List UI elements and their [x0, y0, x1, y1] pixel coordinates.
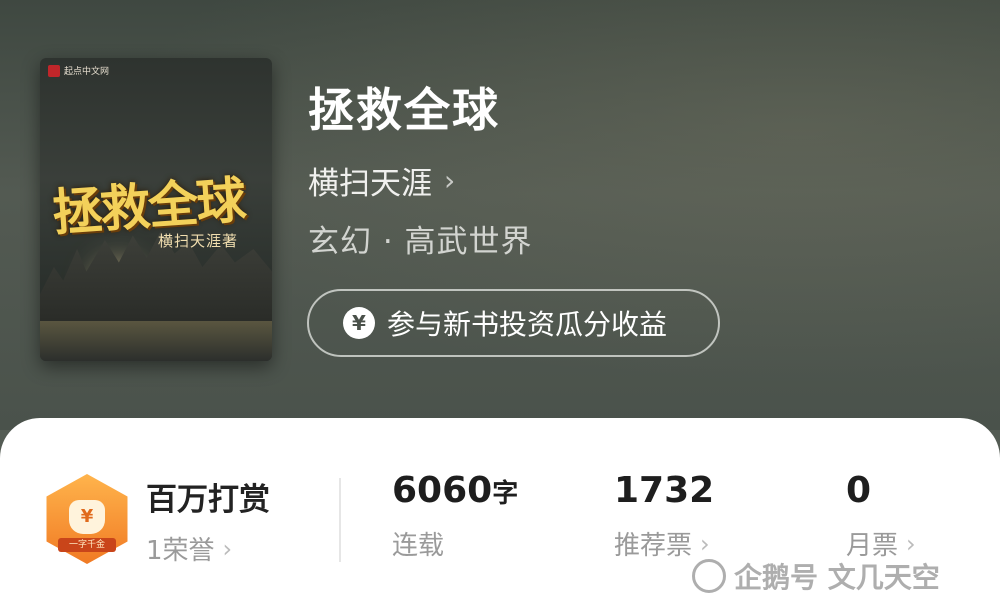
yen-icon: ¥	[343, 307, 375, 339]
book-cover[interactable]: 起点中文网 拯救全球 横扫天涯著	[40, 58, 272, 361]
badge-ribbon: 一字千金	[58, 538, 116, 552]
tip-title[interactable]: 百万打赏	[146, 474, 270, 519]
book-title: 拯救全球	[308, 83, 500, 137]
stat-recommend-label: 推荐票	[614, 531, 693, 561]
chevron-right-icon: ›	[222, 534, 233, 563]
invest-button-label: 参与新书投资瓜分收益	[387, 308, 668, 341]
stat-monthly-value: 0	[846, 470, 872, 511]
stat-monthly[interactable]: 0 月票 ›	[846, 470, 916, 562]
stat-words-label: 连载	[392, 531, 445, 561]
stats-divider	[339, 478, 341, 562]
money-bag-icon: ¥	[69, 500, 105, 534]
genre-tags: 玄幻 · 高武世界	[308, 224, 533, 260]
stat-words-unit: 字	[492, 479, 519, 509]
chevron-right-icon: ›	[444, 164, 456, 197]
publisher-logo-icon	[48, 64, 60, 77]
author-link[interactable]: 横扫天涯 ›	[308, 158, 455, 203]
tip-honor-link[interactable]: 1荣誉 ›	[146, 530, 232, 567]
tip-badge[interactable]: ¥ 一字千金	[42, 474, 132, 564]
penguin-logo-icon	[692, 559, 726, 593]
chevron-right-icon: ›	[700, 529, 710, 558]
invest-button[interactable]: ¥ 参与新书投资瓜分收益	[307, 289, 720, 357]
tip-honor-label: 1荣誉	[146, 536, 215, 566]
author-name: 横扫天涯	[308, 166, 432, 202]
watermark-text: 企鹅号 文几天空	[734, 561, 940, 594]
stat-words: 6060字 连载	[392, 470, 518, 562]
stat-recommend[interactable]: 1732 推荐票 ›	[614, 470, 714, 562]
stat-recommend-value: 1732	[614, 470, 715, 511]
cover-publisher-label: 起点中文网	[64, 67, 110, 77]
cover-water-art	[40, 321, 272, 361]
cover-author: 横扫天涯著	[158, 232, 239, 250]
stat-words-value: 6060	[392, 470, 493, 511]
watermark: 企鹅号 文几天空	[692, 556, 940, 596]
cover-publisher: 起点中文网	[48, 64, 109, 77]
chevron-right-icon: ›	[906, 529, 916, 558]
